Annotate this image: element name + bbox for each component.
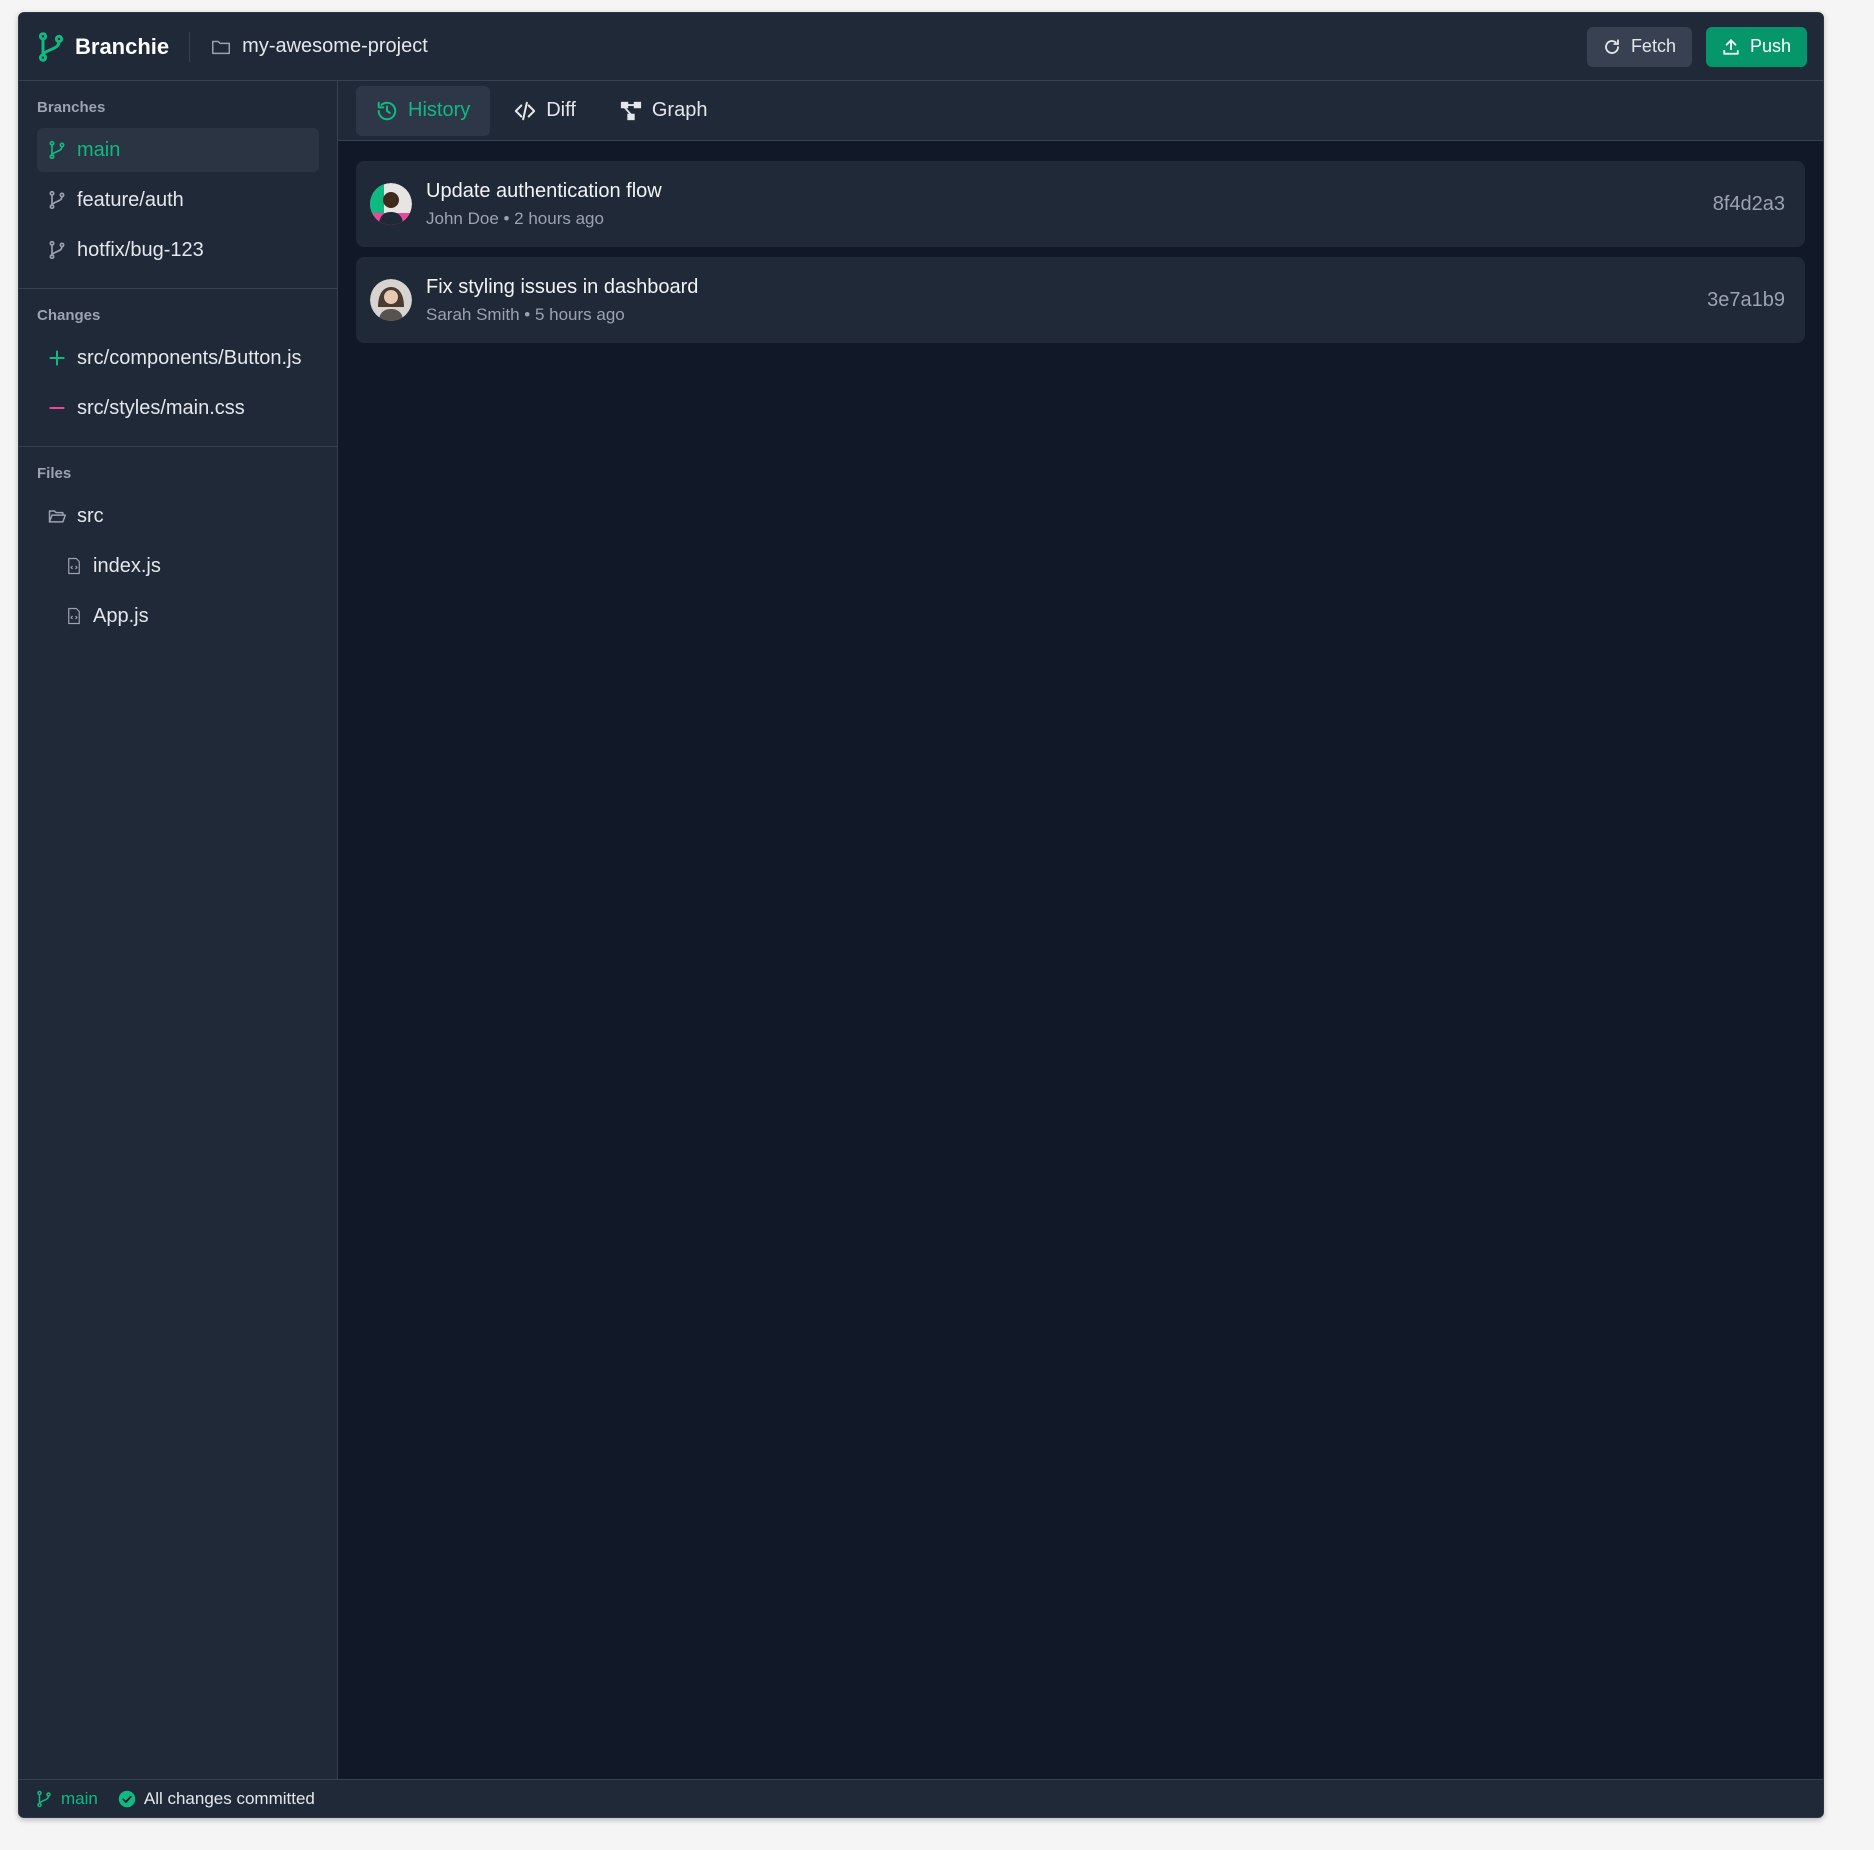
avatar [370,279,412,321]
push-button[interactable]: Push [1705,26,1807,67]
file-label: App.js [93,604,149,627]
code-file-icon [68,607,80,625]
branches-section: Branches main feature/auth hotfix/bug-12… [19,81,337,272]
changes-section: Changes src/components/Button.js src/sty… [19,289,337,430]
branch-item-main[interactable]: main [37,128,319,172]
tab-bar: History Diff Graph [338,81,1823,141]
file-item-app[interactable]: App.js [37,594,319,638]
branches-title: Branches [37,99,106,116]
commit-list: Update authentication flow John Doe • 2 … [338,141,1823,343]
file-item-index[interactable]: index.js [37,544,319,588]
fetch-button[interactable]: Fetch [1586,26,1692,67]
commit-text: Update authentication flow John Doe • 2 … [426,180,662,229]
change-label: src/styles/main.css [77,396,245,419]
tab-label: Graph [651,99,708,121]
tab-history[interactable]: History [356,85,491,136]
push-label: Push [1749,36,1791,56]
avatar [370,183,412,225]
git-branch-icon [38,31,64,62]
git-branch-icon [49,240,65,260]
logo: Branchie [35,31,169,63]
header-divider [189,31,191,62]
minus-icon [49,407,65,409]
app-name: Branchie [75,33,170,59]
status-bar: main All changes committed [19,1779,1823,1817]
tab-label: History [408,99,471,121]
status-branch[interactable]: main [35,1789,98,1809]
project-name: my-awesome-project [242,35,428,57]
graph-icon [620,101,641,120]
branch-label: feature/auth [77,188,184,211]
header: Branchie my-awesome-project Fetch Push [19,13,1823,81]
commit-row[interactable]: Fix styling issues in dashboard Sarah Sm… [356,257,1805,343]
git-branch-icon [49,190,65,210]
folder-icon [212,40,231,54]
commit-message: Fix styling issues in dashboard [426,275,699,298]
status-message-label: All changes committed [143,1788,315,1808]
branch-item-feature-auth[interactable]: feature/auth [37,178,319,222]
folder-label: src [77,504,104,527]
change-label: src/components/Button.js [77,346,302,369]
commit-text: Fix styling issues in dashboard Sarah Sm… [426,276,698,325]
code-icon [515,101,536,120]
upload-icon [1723,38,1739,55]
folder-item-src[interactable]: src [37,494,319,538]
change-item-removed[interactable]: src/styles/main.css [37,386,319,430]
main-panel: History Diff Graph Update authentication… [338,81,1823,1779]
branch-item-hotfix[interactable]: hotfix/bug-123 [37,228,319,272]
refresh-icon [1605,38,1619,54]
fetch-label: Fetch [1630,36,1676,56]
commit-row[interactable]: Update authentication flow John Doe • 2 … [356,161,1805,247]
git-branch-icon [37,1790,51,1807]
code-file-icon [68,557,80,575]
changes-title: Changes [37,307,101,324]
tab-diff[interactable]: Diff [494,86,596,136]
project-selector[interactable]: my-awesome-project [210,35,428,58]
commit-meta: Sarah Smith • 5 hours ago [426,304,625,324]
branch-label: hotfix/bug-123 [77,238,204,261]
plus-icon [49,350,65,366]
status-message: All changes committed [118,1789,315,1809]
change-item-added[interactable]: src/components/Button.js [37,336,319,380]
commit-hash: 8f4d2a3 [1712,192,1785,215]
git-branch-icon [49,140,65,160]
commit-meta: John Doe • 2 hours ago [426,208,604,228]
commit-hash: 3e7a1b9 [1707,288,1785,311]
header-actions: Fetch Push [1586,26,1807,67]
files-section: Files src index.js App.js [19,447,337,638]
sidebar: Branches main feature/auth hotfix/bug-12… [19,81,338,1779]
folder-open-icon [48,510,67,523]
file-label: index.js [93,554,161,577]
status-branch-label: main [61,1788,98,1808]
history-icon [377,101,397,120]
files-title: Files [37,465,72,482]
check-circle-icon [118,1790,136,1807]
branch-label: main [77,138,121,161]
tab-label: Diff [546,99,576,121]
commit-message: Update authentication flow [426,179,662,202]
app-window: Branchie my-awesome-project Fetch Push B… [18,12,1824,1818]
tab-graph[interactable]: Graph [600,86,728,136]
